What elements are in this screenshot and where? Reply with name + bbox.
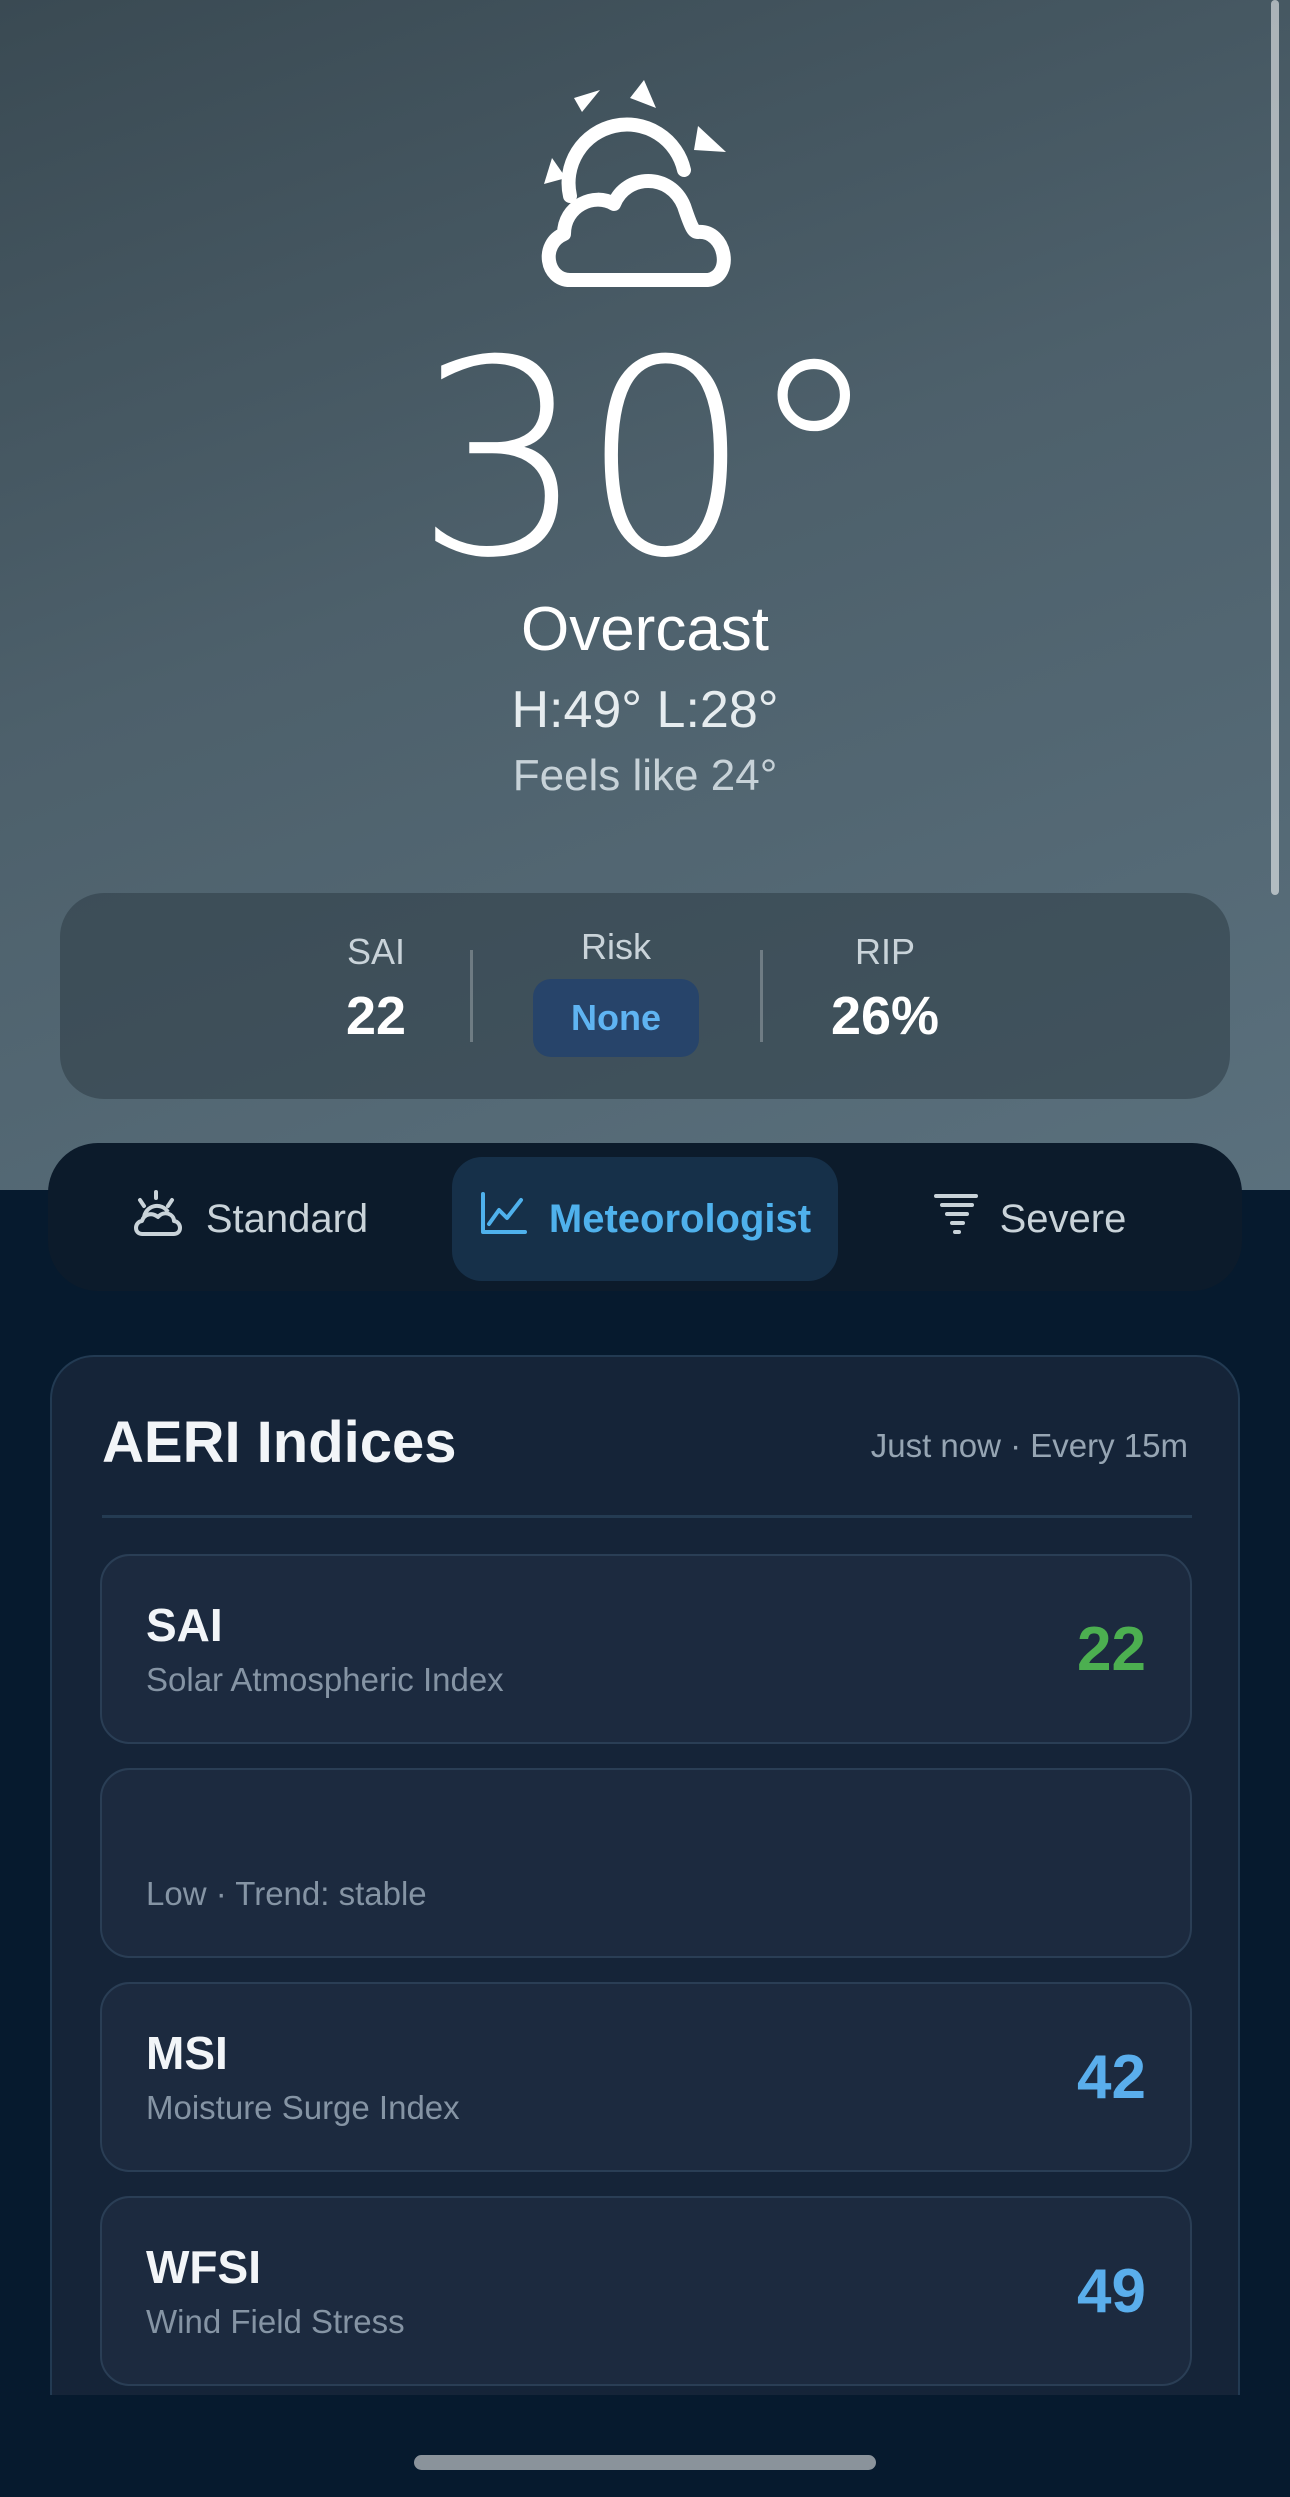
- current-temperature: 30°: [414, 302, 882, 617]
- index-description: Wind Field Stress: [146, 2303, 405, 2340]
- tab-standard[interactable]: Standard: [100, 1157, 400, 1281]
- rip-summary-value: 26%: [830, 986, 940, 1046]
- feels-like-temperature: Feels like 24°: [512, 751, 778, 800]
- risk-summary: Risk None: [516, 925, 716, 1057]
- sai-summary-value: 22: [345, 986, 407, 1046]
- tornado-icon: [933, 1192, 1000, 1246]
- sai-summary: SAI 22: [316, 930, 436, 1048]
- sai-summary-label: SAI: [346, 931, 406, 972]
- divider: [102, 1515, 1192, 1518]
- index-abbr: MSI: [146, 2027, 228, 2079]
- panel-title: AERI Indices: [102, 1410, 457, 1475]
- rip-summary: RIP 26%: [800, 930, 970, 1048]
- line-chart-icon: [479, 1192, 549, 1246]
- index-value: 42: [1077, 2043, 1146, 2112]
- index-abbr: WFSI: [146, 2241, 261, 2293]
- index-description: Moisture Surge Index: [146, 2089, 460, 2126]
- high-low-temperature: H:49° L:28°: [511, 681, 779, 739]
- index-value: 22: [1077, 1615, 1146, 1684]
- tab-meteorologist[interactable]: Meteorologist: [452, 1157, 838, 1281]
- partly-cloudy-icon: [132, 1190, 206, 1248]
- rip-summary-label: RIP: [854, 931, 915, 972]
- aeri-indices-panel: AERI Indices Just now · Every 15m SAI So…: [50, 1355, 1240, 2395]
- partly-cloudy-sun-icon: [530, 80, 750, 295]
- risk-summary-label: Risk: [581, 926, 651, 967]
- weather-condition: Overcast: [520, 595, 770, 664]
- index-row-sai-detail[interactable]: Low · Trend: stable: [100, 1768, 1192, 1958]
- home-indicator[interactable]: [414, 2455, 876, 2470]
- index-row-msi[interactable]: MSI Moisture Surge Index 42: [100, 1982, 1192, 2172]
- divider: [760, 950, 763, 1042]
- divider: [470, 950, 473, 1042]
- index-row-wfsi[interactable]: WFSI Wind Field Stress 49: [100, 2196, 1192, 2386]
- index-value: 49: [1077, 2257, 1146, 2326]
- index-row-sai[interactable]: SAI Solar Atmospheric Index 22: [100, 1554, 1192, 1744]
- tab-meteorologist-label: Meteorologist: [548, 1196, 812, 1241]
- index-description: Solar Atmospheric Index: [146, 1661, 504, 1698]
- tab-severe-label: Severe: [999, 1196, 1127, 1241]
- index-abbr: SAI: [146, 1599, 223, 1651]
- update-info: Just now · Every 15m: [870, 1427, 1188, 1464]
- tab-standard-label: Standard: [205, 1196, 369, 1241]
- index-trend: Low · Trend: stable: [146, 1875, 427, 1912]
- risk-badge: None: [533, 979, 699, 1057]
- tab-severe[interactable]: Severe: [910, 1157, 1150, 1281]
